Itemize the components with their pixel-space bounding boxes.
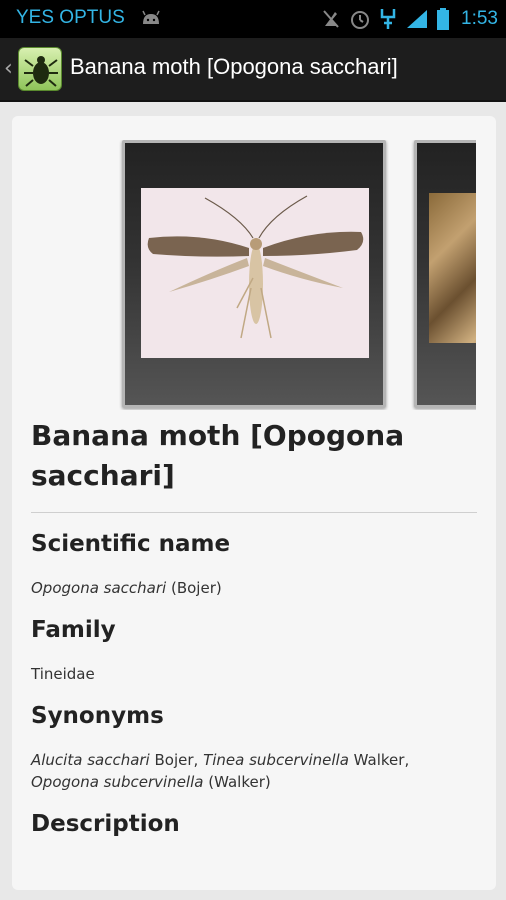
synonym-3-name: Opogona subcervinella — [31, 773, 204, 791]
status-icons: 1:53 — [321, 4, 498, 34]
title-divider — [31, 512, 477, 513]
synonym-1-author: Bojer, — [149, 751, 204, 769]
synonym-2-author: Walker, — [348, 751, 410, 769]
gallery-image-2[interactable] — [414, 140, 476, 408]
action-bar-title: Banana moth [Opogona sacchari] — [70, 54, 398, 79]
detail-card: Banana moth [Opogona sacchari] Scientifi… — [12, 116, 496, 890]
app-logo-icon[interactable] — [18, 47, 62, 91]
synonym-2-name: Tinea subcervinella — [203, 751, 349, 769]
battery-icon — [437, 8, 450, 30]
signal-icon — [407, 10, 428, 28]
image-gallery[interactable] — [12, 140, 476, 410]
scientific-name-text: Opogona sacchari (Bojer) — [31, 577, 477, 599]
usb-icon — [380, 9, 396, 29]
synonym-1-name: Alucita sacchari — [31, 751, 150, 769]
beetle-icon — [24, 56, 58, 87]
status-bar: YES OPTUS 1:53 — [0, 0, 506, 38]
alarm-icon — [351, 11, 370, 29]
family-text: Tineidae — [31, 663, 477, 685]
species-details: Banana moth [Opogona sacchari] Scientifi… — [31, 416, 477, 841]
android-icon — [142, 10, 160, 24]
up-navigation-icon[interactable]: ‹ — [4, 56, 13, 81]
page-title: Banana moth [Opogona sacchari] — [31, 419, 405, 492]
section-heading-scientific-name: Scientific name — [31, 531, 231, 557]
status-clock: 1:53 — [461, 8, 498, 29]
synonym-3-author: (Walker) — [203, 773, 271, 791]
moth-damage-photo — [429, 193, 476, 343]
section-heading-family: Family — [31, 617, 116, 643]
section-heading-synonyms: Synonyms — [31, 703, 164, 729]
carrier-name: YES OPTUS — [16, 7, 125, 28]
scientific-name-italic: Opogona sacchari — [31, 579, 167, 597]
gallery-image-1[interactable] — [122, 140, 386, 408]
section-heading-description: Description — [31, 811, 180, 837]
action-bar: ‹ Banana moth [Opogona sacchari] — [0, 38, 506, 102]
family-value: Tineidae — [31, 665, 95, 683]
moth-specimen-photo — [141, 188, 369, 358]
synonyms-text: Alucita sacchari Bojer, Tinea subcervine… — [31, 749, 477, 793]
mute-icon — [323, 10, 339, 28]
scientific-name-author: (Bojer) — [166, 579, 222, 597]
